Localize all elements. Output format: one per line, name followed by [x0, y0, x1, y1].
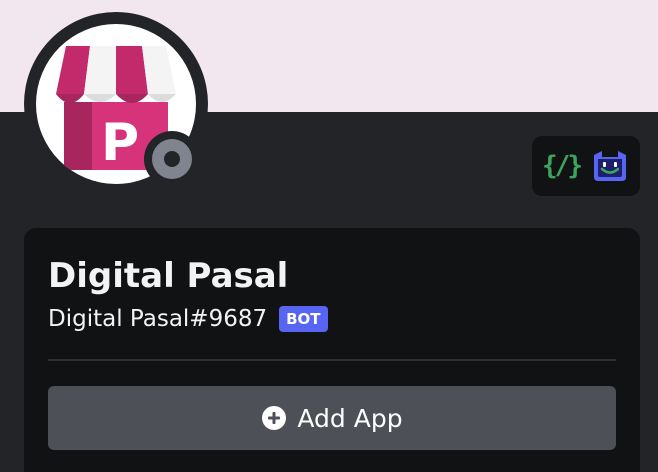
add-app-button[interactable]: Add App [48, 386, 616, 450]
username: Digital Pasal#9687 [48, 306, 268, 332]
bot-badge-icon[interactable] [590, 149, 630, 183]
divider [48, 359, 616, 361]
profile-badges: {/} [532, 136, 640, 196]
username-row: Digital Pasal#9687 BOT [48, 304, 328, 334]
developer-badge-icon[interactable]: {/} [542, 151, 583, 181]
offline-status-icon [152, 139, 192, 179]
avatar-letter: P [101, 113, 139, 173]
bot-tag-badge: BOT [279, 306, 328, 332]
display-name: Digital Pasal [48, 256, 289, 296]
add-app-label: Add App [297, 403, 403, 433]
plus-circle-icon [261, 405, 287, 431]
